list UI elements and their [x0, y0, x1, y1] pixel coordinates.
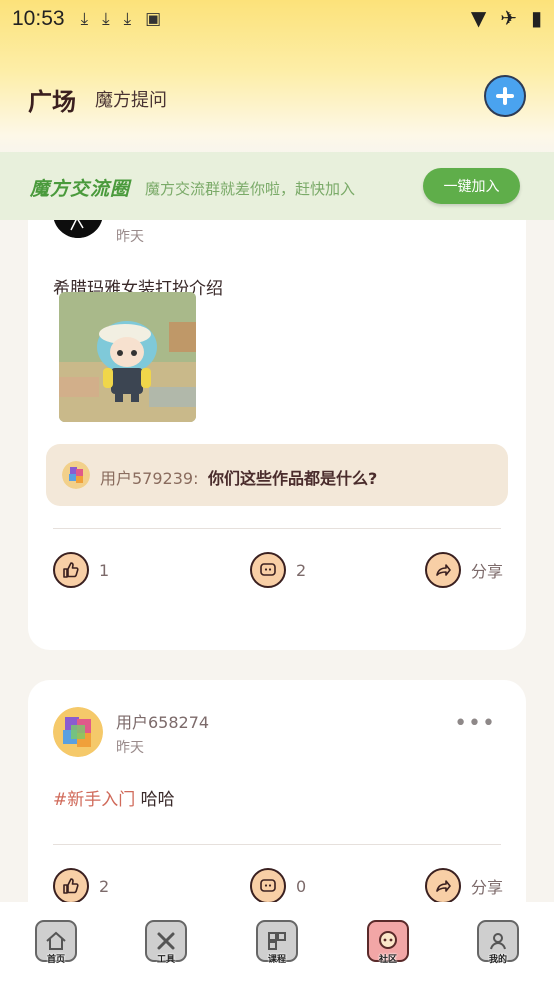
divider [53, 528, 501, 529]
post-username[interactable]: 用户658274 [116, 709, 209, 733]
nav-label: 首页 [46, 955, 65, 965]
cube-avatar-icon [62, 461, 90, 489]
wifi-icon: ▼ [470, 6, 487, 30]
battery-icon: ▮ [530, 6, 542, 30]
like-button[interactable]: 1 [53, 552, 109, 588]
like-count: 1 [99, 560, 110, 580]
comment-icon [250, 868, 286, 902]
thumbs-up-icon [53, 868, 89, 902]
comment-text: 你们这些作品都是什么? [208, 469, 378, 488]
page-title[interactable]: 广场 [28, 82, 76, 117]
like-count: 2 [99, 876, 110, 896]
status-time: 10:53 [12, 7, 65, 30]
avatar[interactable] [53, 707, 103, 757]
nav-course[interactable]: 课程 [256, 920, 300, 968]
nav-label: 工具 [156, 955, 175, 965]
nav-community[interactable]: 社区 [367, 920, 411, 968]
group-banner[interactable]: 魔方交流圈 魔方交流群就差你啦，赶快加入 一键加入 [0, 152, 554, 220]
post-username[interactable]: 神 [116, 220, 132, 222]
nav-label: 社区 [378, 955, 397, 965]
avatar[interactable] [53, 220, 103, 238]
page-header: 广场 魔方提问 [0, 70, 554, 126]
tab-cube-questions[interactable]: 魔方提问 [95, 86, 167, 112]
post-feed[interactable]: 神 昨天 ••• 希腊玛雅女装打扮介绍 [0, 220, 554, 902]
post-image[interactable] [59, 292, 196, 422]
post-tag[interactable]: #新手入门 [53, 790, 135, 810]
join-group-button[interactable]: 一键加入 [423, 168, 520, 204]
post-card[interactable]: 神 昨天 ••• 希腊玛雅女装打扮介绍 [28, 220, 526, 650]
airplane-icon: ✈ [500, 6, 517, 30]
banner-description: 魔方交流群就差你啦，赶快加入 [145, 180, 356, 198]
comment-avatar [62, 461, 90, 489]
post-body: 哈哈 [135, 790, 175, 810]
status-bar: 10:53 ⤓ ⤓ ⤓ ▣ ▼ ✈ ▮ [0, 0, 554, 38]
like-button[interactable]: 2 [53, 868, 109, 902]
share-label: 分享 [471, 878, 504, 897]
comment-username[interactable]: 用户579239: [100, 465, 198, 489]
bottom-navigation: 首页 工具 课程 社区 我的 [0, 902, 554, 984]
comment-preview[interactable]: 用户579239: 你们这些作品都是什么? [46, 444, 508, 506]
comment-count: 2 [296, 560, 307, 580]
download-icon: ⤓ [80, 9, 89, 29]
banner-logo: 魔方交流圈 [30, 178, 131, 200]
comment-icon [250, 552, 286, 588]
more-options-icon[interactable]: ••• [454, 711, 496, 736]
post-time: 昨天 [116, 740, 144, 756]
share-button[interactable]: 分享 [425, 552, 503, 588]
plus-icon [496, 87, 514, 105]
share-icon [425, 868, 461, 902]
nav-profile[interactable]: 我的 [477, 920, 521, 968]
share-button[interactable]: 分享 [425, 868, 503, 902]
post-text: #新手入门 哈哈 [53, 785, 175, 810]
post-card[interactable]: 用户658274 昨天 ••• #新手入门 哈哈 2 0 分享 [28, 680, 526, 902]
comment-count: 0 [296, 876, 307, 896]
nav-label: 课程 [267, 955, 286, 965]
post-time: 昨天 [116, 229, 144, 245]
nav-tools[interactable]: 工具 [145, 920, 189, 968]
comment-button[interactable]: 2 [250, 552, 306, 588]
download-icon: ⤓ [102, 9, 110, 29]
nav-home[interactable]: 首页 [35, 920, 79, 968]
cube-avatar-icon [53, 707, 103, 757]
share-label: 分享 [471, 562, 504, 581]
download-icon: ⤓ [123, 9, 132, 29]
share-icon [425, 552, 461, 588]
thumbs-up-icon [53, 552, 89, 588]
nav-label: 我的 [488, 955, 507, 965]
more-options-icon[interactable]: ••• [454, 220, 496, 225]
divider [53, 844, 501, 845]
app-notification-icon: ▣ [145, 9, 162, 29]
doll-image [59, 292, 196, 422]
comment-button[interactable]: 0 [250, 868, 306, 902]
avatar-sketch-icon [54, 220, 102, 238]
add-post-button[interactable] [484, 75, 526, 117]
